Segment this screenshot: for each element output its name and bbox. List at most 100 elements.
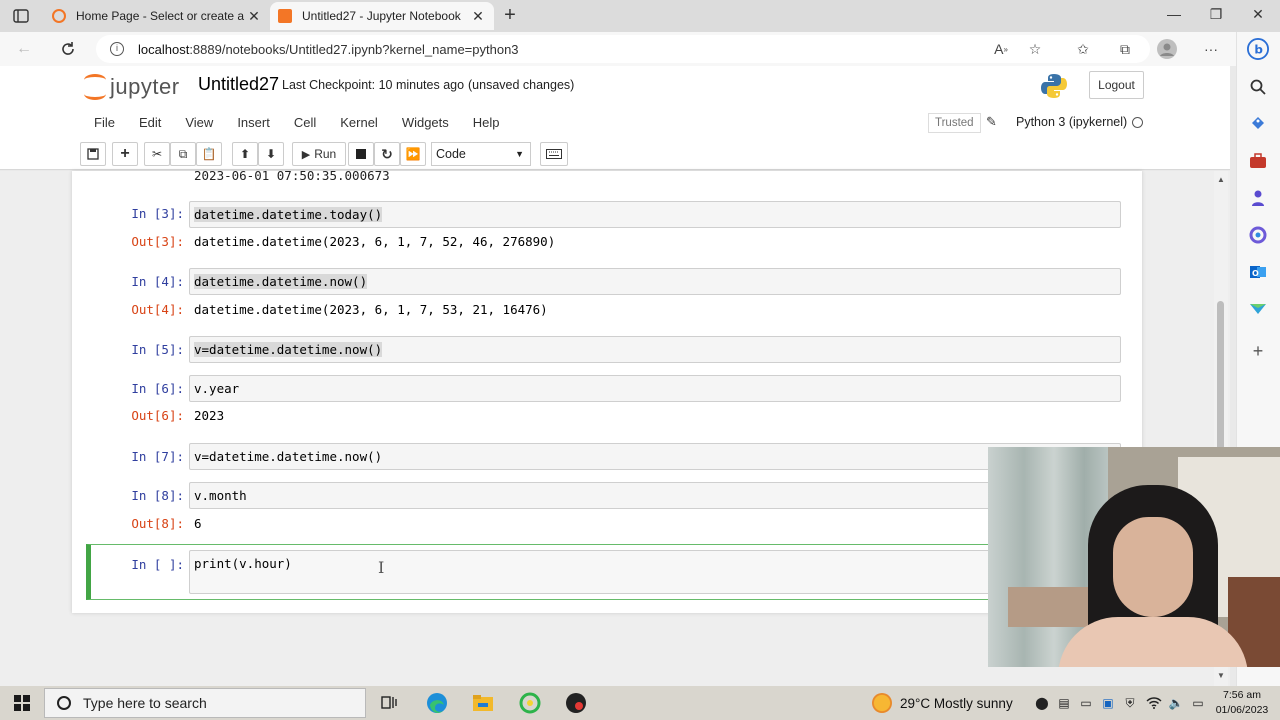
more-menu-icon[interactable]: ··· xyxy=(1200,38,1222,60)
move-up-button[interactable]: ⬆ xyxy=(232,142,258,166)
menu-cell[interactable]: Cell xyxy=(282,115,328,130)
menu-help[interactable]: Help xyxy=(461,115,512,130)
drop-icon[interactable] xyxy=(1247,298,1269,320)
shopping-icon[interactable] xyxy=(1247,112,1269,134)
code-input[interactable]: v=datetime.datetime.now() xyxy=(189,336,1121,363)
restore-icon[interactable]: ❐ xyxy=(1206,6,1226,26)
edge-browser-icon[interactable] xyxy=(425,691,449,715)
volume-icon[interactable]: 🔈 xyxy=(1168,695,1184,711)
back-icon[interactable]: ← xyxy=(12,38,36,60)
monitor-tray-icon[interactable]: ▭ xyxy=(1078,695,1094,711)
tools-icon[interactable] xyxy=(1247,150,1269,172)
trusted-badge[interactable]: Trusted xyxy=(928,113,981,133)
jupyter-logo[interactable]: jupyter xyxy=(84,72,180,102)
scroll-down-icon[interactable]: ▼ xyxy=(1217,671,1225,680)
tab-actions-icon[interactable] xyxy=(10,6,32,26)
code-input[interactable]: datetime.datetime.now() xyxy=(189,268,1121,295)
code-input[interactable]: v.month xyxy=(189,482,1121,509)
task-view-icon[interactable] xyxy=(378,691,402,715)
out-prompt: Out[4]: xyxy=(131,302,184,317)
menu-file[interactable]: File xyxy=(82,115,127,130)
windows-start-icon[interactable] xyxy=(14,695,30,711)
minimize-icon[interactable]: — xyxy=(1164,6,1184,26)
save-button[interactable] xyxy=(80,142,106,166)
cut-button[interactable]: ✂ xyxy=(144,142,170,166)
restart-run-all-button[interactable]: ⏩ xyxy=(400,142,426,166)
svg-text:O: O xyxy=(1252,269,1259,278)
url-text: localhost:8889/notebooks/Untitled27.ipyn… xyxy=(138,41,519,57)
copy-button[interactable]: ⧉ xyxy=(170,142,196,166)
webcam-person-face xyxy=(1113,517,1193,617)
cell-output: datetime.datetime(2023, 6, 1, 7, 52, 46,… xyxy=(194,234,556,249)
notebook-title[interactable]: Untitled27 xyxy=(198,74,279,95)
scroll-up-icon[interactable]: ▲ xyxy=(1217,175,1225,184)
code-input[interactable]: v=datetime.datetime.now() xyxy=(189,443,1121,470)
site-info-icon[interactable]: i xyxy=(110,42,124,56)
code-input[interactable]: v.year xyxy=(189,375,1121,402)
games-icon[interactable] xyxy=(1247,187,1269,209)
move-down-button[interactable]: ⬇ xyxy=(258,142,284,166)
cell-output: 6 xyxy=(194,516,202,531)
security-tray-icon[interactable]: ⛨ xyxy=(1122,695,1138,711)
recording-app-icon[interactable] xyxy=(564,691,588,715)
cell-output: 2023 xyxy=(194,408,225,423)
bing-chat-icon[interactable]: b xyxy=(1247,38,1269,60)
menu-widgets[interactable]: Widgets xyxy=(390,115,461,130)
tab-untitled27[interactable]: Untitled27 - Jupyter Notebook ✕ xyxy=(270,2,494,30)
edit-pencil-icon[interactable]: ✎ xyxy=(986,114,1000,130)
close-tab-icon[interactable]: ✕ xyxy=(246,8,262,25)
add-sidebar-icon[interactable]: + xyxy=(1247,340,1269,362)
menu-edit[interactable]: Edit xyxy=(127,115,173,130)
close-tab-icon[interactable]: ✕ xyxy=(470,8,486,25)
recording-tray-icon[interactable]: ⬤ xyxy=(1034,695,1050,711)
notes-tray-icon[interactable]: ▤ xyxy=(1056,695,1072,711)
in-prompt: In [3]: xyxy=(131,206,184,221)
bluetooth-tray-icon[interactable]: ▣ xyxy=(1100,695,1116,711)
add-favorite-icon[interactable]: ☆ xyxy=(1024,38,1046,60)
kernel-name: Python 3 (ipykernel) xyxy=(1016,115,1128,129)
command-palette-button[interactable] xyxy=(540,142,568,166)
weather-widget[interactable]: 29°C Mostly sunny xyxy=(872,693,1013,713)
logout-button[interactable]: Logout xyxy=(1089,71,1144,99)
close-window-icon[interactable]: ✕ xyxy=(1248,6,1268,26)
tab-label: Home Page - Select or create a n xyxy=(76,9,246,23)
search-icon[interactable] xyxy=(1247,76,1269,98)
tab-home-page[interactable]: Home Page - Select or create a n ✕ xyxy=(44,2,270,30)
insert-cell-button[interactable]: + xyxy=(112,142,138,166)
paste-button[interactable]: 📋 xyxy=(196,142,222,166)
wifi-icon[interactable] xyxy=(1146,695,1162,711)
kernel-idle-icon xyxy=(1132,117,1143,128)
jupyter-logo-icon xyxy=(84,74,106,100)
battery-icon[interactable]: ▭ xyxy=(1190,695,1206,711)
office-icon[interactable] xyxy=(1247,224,1269,246)
menu-kernel[interactable]: Kernel xyxy=(328,115,390,130)
run-icon: ▶ xyxy=(301,148,311,161)
taskbar-search[interactable]: Type here to search xyxy=(44,688,366,718)
code-input[interactable]: print(v.hour) xyxy=(189,550,1121,594)
menu-insert[interactable]: Insert xyxy=(225,115,282,130)
code-input[interactable]: datetime.datetime.today() xyxy=(189,201,1121,228)
in-prompt: In [5]: xyxy=(131,342,184,357)
run-button[interactable]: ▶ Run xyxy=(292,142,346,166)
file-explorer-icon[interactable] xyxy=(471,691,495,715)
jupyter-logo-text: jupyter xyxy=(110,74,180,99)
cell-type-select[interactable]: Code ▼ xyxy=(431,142,531,166)
sun-icon xyxy=(872,693,892,713)
read-aloud-icon[interactable]: A» xyxy=(990,38,1012,60)
taskbar-clock[interactable]: 7:56 am 01/06/2023 xyxy=(1210,688,1274,718)
new-tab-button[interactable]: + xyxy=(500,4,520,26)
out-prompt: Out[6]: xyxy=(131,408,184,423)
camera-app-icon[interactable] xyxy=(518,691,542,715)
profile-avatar[interactable] xyxy=(1156,38,1178,60)
collections-icon[interactable]: ⧉ xyxy=(1114,38,1136,60)
interrupt-button[interactable] xyxy=(348,142,374,166)
text-cursor-icon: I xyxy=(378,558,385,577)
out-prompt: Out[3]: xyxy=(131,234,184,249)
favorites-icon[interactable]: ✩ xyxy=(1072,38,1094,60)
keyboard-icon xyxy=(546,149,562,159)
restart-button[interactable]: ↻ xyxy=(374,142,400,166)
partial-output: 2023-06-01 07:50:35.000673 xyxy=(194,168,390,183)
menu-view[interactable]: View xyxy=(173,115,225,130)
refresh-icon[interactable] xyxy=(56,38,80,60)
outlook-icon[interactable]: O xyxy=(1247,261,1269,283)
